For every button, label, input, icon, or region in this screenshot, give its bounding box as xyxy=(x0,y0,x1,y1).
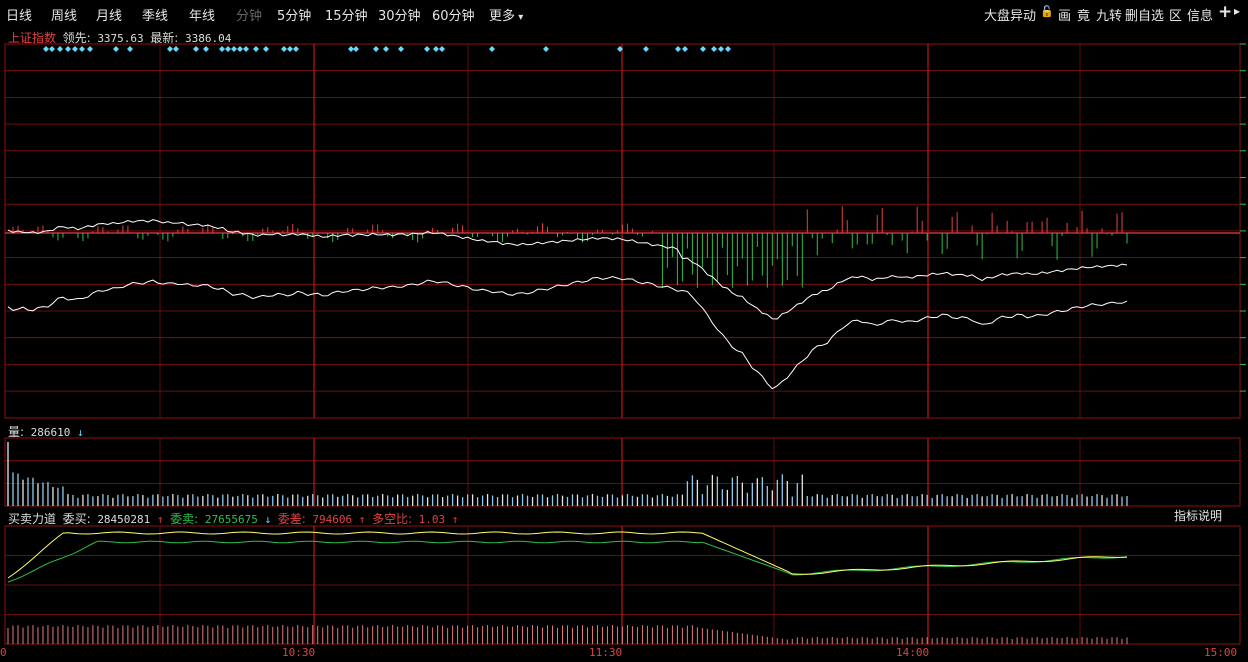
signal-marker xyxy=(433,46,439,52)
signal-marker xyxy=(113,46,119,52)
latest-label: 最新: xyxy=(150,31,179,45)
sell-arrow: ↓ xyxy=(264,513,272,526)
volume-label: 量: xyxy=(8,425,25,439)
signal-marker xyxy=(424,46,430,52)
signal-marker xyxy=(383,46,389,52)
signal-marker xyxy=(711,46,717,52)
buy-arrow: ↑ xyxy=(156,513,164,526)
signal-marker xyxy=(543,46,549,52)
latest-value: 3386.04 xyxy=(184,32,232,45)
signal-marker xyxy=(57,46,63,52)
signal-marker xyxy=(675,46,681,52)
signal-marker xyxy=(231,46,237,52)
lead-value: 3375.63 xyxy=(97,32,144,45)
diff-label: 委差: xyxy=(277,512,306,526)
buy-value: 28450281 xyxy=(97,513,151,526)
signal-marker xyxy=(263,46,269,52)
signal-marker xyxy=(353,46,359,52)
signal-marker xyxy=(167,46,173,52)
signal-marker xyxy=(718,46,724,52)
signal-marker xyxy=(489,46,495,52)
time-label-4: 15:00 xyxy=(1204,646,1238,659)
signal-marker xyxy=(65,46,71,52)
signal-marker xyxy=(127,46,133,52)
sell-force-line xyxy=(7,540,1128,583)
signal-marker xyxy=(700,46,706,52)
signal-marker xyxy=(219,46,225,52)
volume-panel-header: 量: 286610 ↓ xyxy=(8,423,84,440)
buy-label: 委买: xyxy=(62,512,91,526)
time-label-3: 14:00 xyxy=(896,646,930,659)
ratio-label: 多空比: xyxy=(372,512,413,526)
chart-canvas xyxy=(4,43,1246,645)
signal-marker xyxy=(79,46,85,52)
signal-marker xyxy=(373,46,379,52)
signal-marker xyxy=(49,46,55,52)
price-panel-header: 上证指数 领先: 3375.63 最新: 3386.04 xyxy=(8,29,231,46)
volume-value: 286610 xyxy=(30,426,71,439)
diff-arrow: ↑ xyxy=(358,513,366,526)
lead-line xyxy=(7,219,1128,320)
signal-marker xyxy=(173,46,179,52)
volume-arrow: ↓ xyxy=(77,426,84,439)
signal-marker xyxy=(203,46,209,52)
signal-marker xyxy=(72,46,78,52)
sell-value: 27655675 xyxy=(204,513,258,526)
signal-marker xyxy=(193,46,199,52)
time-label-0: 0 xyxy=(0,646,7,659)
force-title: 买卖力道 xyxy=(8,512,57,526)
signal-marker xyxy=(237,46,243,52)
signal-marker xyxy=(293,46,299,52)
index-name: 上证指数 xyxy=(8,31,57,45)
signal-marker xyxy=(87,46,93,52)
signal-marker xyxy=(281,46,287,52)
time-label-1: 10:30 xyxy=(282,646,316,659)
signal-marker xyxy=(287,46,293,52)
signal-marker xyxy=(643,46,649,52)
force-panel-header: 买卖力道 委买: 28450281 ↑ 委卖: 27655675 ↓ 委差: 7… xyxy=(8,510,458,527)
ratio-value: 1.03 xyxy=(418,513,446,526)
buy-force-line xyxy=(7,531,1128,579)
signal-marker xyxy=(253,46,259,52)
signal-marker xyxy=(439,46,445,52)
signal-marker xyxy=(43,46,49,52)
time-label-2: 11:30 xyxy=(589,646,623,659)
latest-line xyxy=(7,275,1128,390)
diff-value: 794606 xyxy=(312,513,353,526)
ratio-arrow: ↑ xyxy=(451,513,459,526)
signal-marker xyxy=(225,46,231,52)
indicator-help-button[interactable]: 指标说明 xyxy=(1174,507,1222,524)
signal-marker xyxy=(682,46,688,52)
signal-marker xyxy=(243,46,249,52)
lead-label: 领先: xyxy=(62,31,91,45)
signal-marker xyxy=(398,46,404,52)
signal-marker xyxy=(725,46,731,52)
sell-label: 委卖: xyxy=(170,512,199,526)
